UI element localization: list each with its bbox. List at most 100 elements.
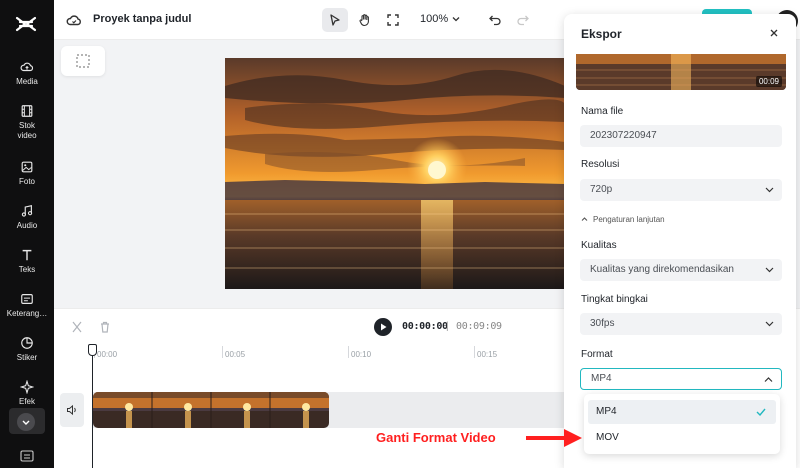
sticker-icon bbox=[21, 337, 33, 349]
music-note-icon bbox=[21, 205, 33, 217]
redo-button[interactable] bbox=[510, 8, 536, 32]
clip-thumbnails bbox=[93, 392, 329, 428]
left-sidebar: Media Stok video Foto Audio Teks Keteran… bbox=[0, 0, 54, 468]
advanced-settings-toggle[interactable]: Pengaturan lanjutan bbox=[581, 215, 665, 224]
sidebar-item-photo[interactable]: Foto bbox=[0, 160, 54, 187]
playhead[interactable] bbox=[92, 352, 93, 468]
export-thumbnail: 00:09 bbox=[576, 54, 786, 90]
format-option-mov[interactable]: MOV bbox=[588, 426, 776, 450]
video-preview[interactable] bbox=[225, 58, 565, 289]
current-time: 00:00:00 bbox=[402, 321, 448, 332]
resolution-select[interactable]: 720p bbox=[580, 179, 782, 201]
select-pointer-button[interactable] bbox=[322, 8, 348, 32]
format-select[interactable]: MP4 bbox=[580, 368, 782, 390]
playhead-handle[interactable] bbox=[88, 344, 97, 356]
cloud-save-icon[interactable] bbox=[66, 12, 82, 28]
framerate-select[interactable]: 30fps bbox=[580, 313, 782, 335]
thumbnail-image bbox=[576, 54, 786, 90]
zoom-level[interactable]: 100% bbox=[420, 13, 448, 25]
split-icon[interactable] bbox=[70, 320, 84, 334]
sidebar-item-text[interactable]: Teks bbox=[0, 248, 54, 275]
option-label: MOV bbox=[596, 432, 619, 443]
effects-icon bbox=[20, 380, 34, 394]
video-clip[interactable] bbox=[93, 392, 329, 428]
timeline-tick bbox=[474, 346, 475, 358]
filename-label: Nama file bbox=[581, 106, 624, 117]
capcut-logo[interactable] bbox=[14, 12, 38, 36]
fullscreen-icon bbox=[387, 14, 399, 26]
sidebar-item-label: Stok video bbox=[17, 121, 37, 140]
chevron-down-icon[interactable] bbox=[17, 413, 35, 431]
trash-icon[interactable] bbox=[98, 320, 112, 334]
timeline-tick bbox=[348, 346, 349, 358]
project-title[interactable]: Proyek tanpa judul bbox=[93, 13, 191, 25]
chevron-up-icon bbox=[581, 217, 588, 221]
sidebar-item-label: Stiker bbox=[16, 353, 38, 362]
cursor-icon bbox=[330, 14, 340, 26]
captions-icon bbox=[21, 294, 33, 304]
filename-value: 202307220947 bbox=[590, 130, 657, 141]
sidebar-item-audio[interactable]: Audio bbox=[0, 204, 54, 231]
quality-label: Kualitas bbox=[581, 240, 617, 251]
timeline-tick-label: 00:15 bbox=[477, 350, 498, 359]
sidebar-item-effects[interactable]: Efek bbox=[0, 380, 54, 407]
red-arrow-icon bbox=[526, 429, 582, 447]
format-dropdown: MP4 MOV bbox=[584, 394, 780, 454]
sunset-video-frame bbox=[225, 58, 565, 289]
close-icon[interactable] bbox=[768, 27, 780, 39]
keyboard-icon[interactable] bbox=[20, 450, 34, 462]
hand-tool-button[interactable] bbox=[352, 8, 378, 32]
check-icon bbox=[756, 408, 766, 416]
timeline-tick-label: 00:10 bbox=[351, 350, 372, 359]
speaker-icon bbox=[67, 404, 76, 416]
total-time: 00:09:09 bbox=[456, 321, 502, 332]
sidebar-item-label: Foto bbox=[18, 177, 35, 186]
framerate-label: Tingkat bingkai bbox=[581, 294, 648, 305]
filename-field[interactable]: 202307220947 bbox=[580, 125, 782, 147]
play-icon bbox=[381, 323, 387, 331]
quality-select[interactable]: Kualitas yang direkomendasikan bbox=[580, 259, 782, 281]
framerate-value: 30fps bbox=[590, 318, 615, 329]
timeline-tick bbox=[222, 346, 223, 358]
sidebar-item-label: Audio bbox=[16, 221, 38, 230]
chevron-down-icon bbox=[765, 267, 774, 273]
resolution-label: Resolusi bbox=[581, 159, 620, 170]
hand-icon bbox=[359, 14, 369, 27]
sidebar-item-captions[interactable]: Keterang… bbox=[0, 292, 54, 319]
track-volume-button[interactable] bbox=[60, 393, 84, 427]
sidebar-item-stock-video[interactable]: Stok video bbox=[0, 104, 54, 141]
annotation-label: Ganti Format Video bbox=[376, 430, 496, 445]
option-label: MP4 bbox=[596, 406, 617, 417]
timeline-tick-label: 00:00 bbox=[97, 350, 118, 359]
resolution-value: 720p bbox=[590, 184, 613, 195]
sidebar-item-media[interactable]: Media bbox=[0, 60, 54, 87]
play-button[interactable] bbox=[374, 318, 392, 336]
chevron-down-icon bbox=[765, 187, 774, 193]
text-icon bbox=[22, 249, 32, 261]
format-label: Format bbox=[581, 349, 613, 360]
quality-value: Kualitas yang direkomendasikan bbox=[590, 264, 734, 275]
sidebar-item-label: Keterang… bbox=[6, 309, 48, 318]
format-option-mp4[interactable]: MP4 bbox=[588, 400, 776, 424]
sidebar-item-label: Media bbox=[16, 77, 38, 86]
panel-title: Ekspor bbox=[581, 27, 622, 41]
chevron-up-icon bbox=[764, 377, 773, 382]
image-icon bbox=[21, 161, 33, 173]
redo-icon bbox=[517, 15, 529, 26]
sidebar-item-label: Teks bbox=[18, 265, 36, 274]
advanced-settings-label: Pengaturan lanjutan bbox=[593, 215, 665, 224]
time-separator: | bbox=[446, 321, 449, 332]
format-value: MP4 bbox=[591, 373, 612, 384]
fit-screen-button[interactable] bbox=[380, 8, 406, 32]
thumbnail-duration: 00:09 bbox=[755, 76, 782, 87]
timeline-tick-label: 00:05 bbox=[225, 350, 246, 359]
undo-icon bbox=[489, 15, 501, 26]
canvas-select-button[interactable] bbox=[61, 46, 105, 76]
sidebar-item-label: Efek bbox=[18, 397, 35, 406]
film-icon bbox=[21, 105, 33, 117]
marquee-icon bbox=[76, 54, 90, 68]
undo-button[interactable] bbox=[482, 8, 508, 32]
chevron-down-icon[interactable] bbox=[452, 15, 460, 23]
sidebar-item-sticker[interactable]: Stiker bbox=[0, 336, 54, 363]
chevron-down-icon bbox=[765, 321, 774, 327]
